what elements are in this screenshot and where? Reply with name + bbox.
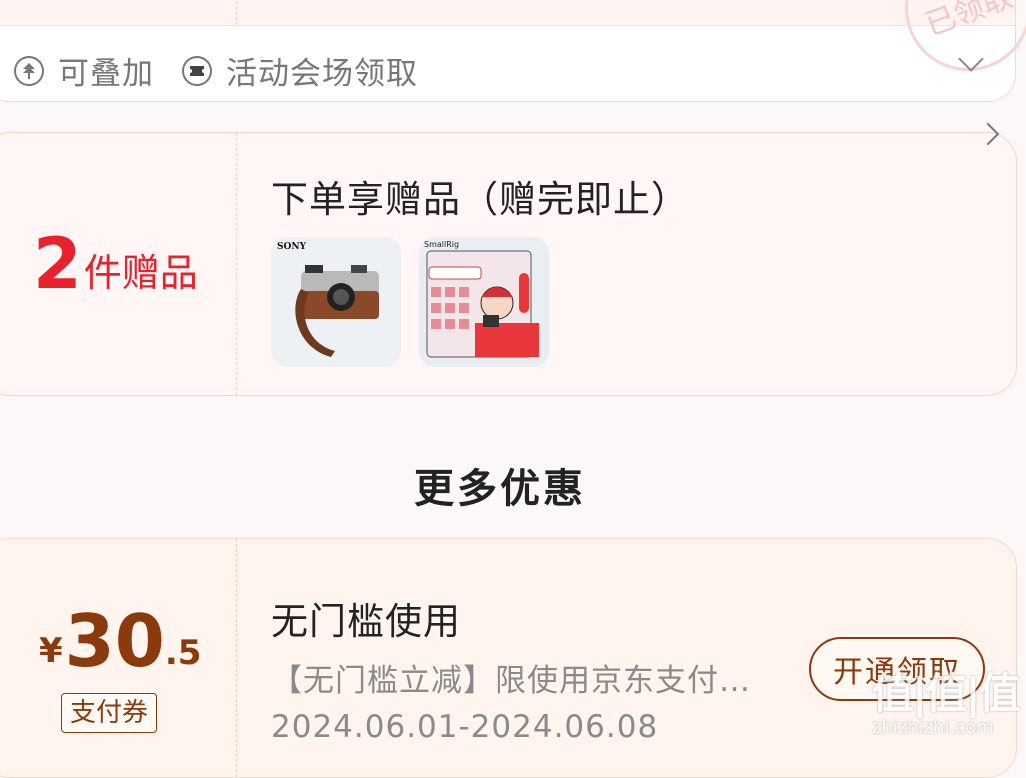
coupon-title: 无门槛使用 xyxy=(271,600,461,643)
amount-decimal: .5 xyxy=(164,633,202,673)
coupon-date-range: 2024.06.01-2024.06.08 xyxy=(271,709,659,745)
amount-integer: 30 xyxy=(64,599,165,683)
gift-card[interactable]: 2 件赠品 下单享赠品（赠完即止） SONY SmallRig xyxy=(0,132,1017,396)
tag-label: 活动会场领取 xyxy=(226,56,418,92)
coupon-type-badge: 支付券 xyxy=(61,693,158,733)
coupon-amount: ¥ 30 .5 xyxy=(39,605,201,677)
gift-thumb-smallrig[interactable]: SmallRig xyxy=(419,237,549,367)
top-coupon-band xyxy=(0,0,1015,26)
more-offers-title: 更多优惠 xyxy=(414,466,586,512)
svg-text:SmallRig: SmallRig xyxy=(424,240,459,249)
coupon-tag-row: 可叠加 活动会场领取 xyxy=(14,48,446,93)
currency-symbol: ¥ xyxy=(39,631,63,671)
gift-count-unit: 件赠品 xyxy=(83,251,198,295)
gift-card-divider xyxy=(236,133,237,395)
ticket-icon xyxy=(182,55,212,86)
site-watermark: 值|值|值 zhizhizhi.com xyxy=(872,660,1021,738)
gift-count-number: 2 xyxy=(33,223,82,305)
gift-thumbnails: SONY SmallRig xyxy=(271,237,567,367)
gift-thumb-camera-case[interactable]: SONY xyxy=(271,237,401,367)
watermark-logo: 值|值|值 xyxy=(872,669,1021,718)
top-coupon-divider xyxy=(236,0,237,25)
payment-coupon-card[interactable]: ¥ 30 .5 支付券 无门槛使用 【无门槛立减】限使用京东支付… 2024.0… xyxy=(0,538,1017,778)
tag-stackable: 可叠加 xyxy=(14,48,154,93)
tag-label: 可叠加 xyxy=(58,56,154,92)
svg-text:SONY: SONY xyxy=(277,242,307,252)
coupon-card-divider xyxy=(236,539,237,777)
tag-venue-claim: 活动会场领取 xyxy=(182,48,418,93)
coupon-description: 【无门槛立减】限使用京东支付… xyxy=(271,663,751,699)
gift-title: 下单享赠品（赠完即止） xyxy=(271,178,689,221)
stack-icon xyxy=(14,55,44,86)
gift-count: 2 件赠品 xyxy=(33,229,198,299)
